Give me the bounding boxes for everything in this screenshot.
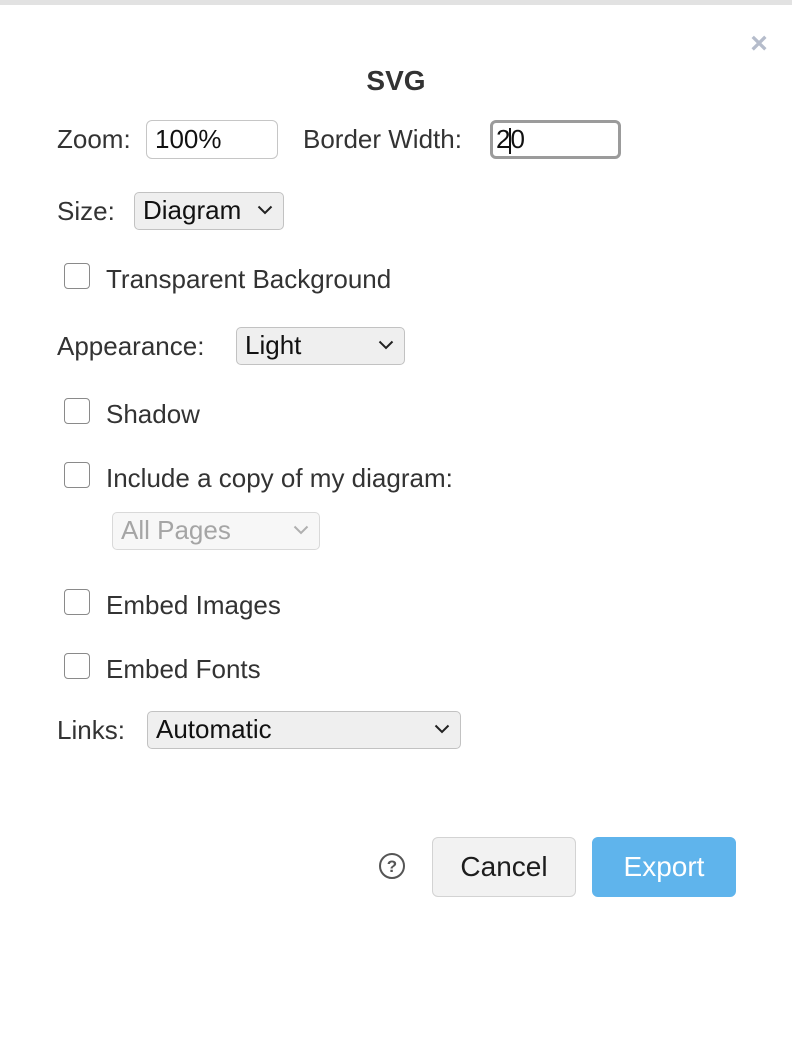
border-width-value-start: 2: [496, 124, 511, 154]
chevron-down-icon: [293, 525, 309, 535]
dialog-title: SVG: [366, 65, 426, 96]
chevron-down-icon: [378, 340, 394, 350]
links-label: Links:: [57, 715, 125, 745]
links-select-value: Automatic: [156, 714, 272, 744]
transparent-background-label[interactable]: Transparent Background: [106, 264, 391, 295]
appearance-select[interactable]: Light: [236, 327, 405, 365]
size-select[interactable]: Diagram: [134, 192, 284, 230]
pages-select-value: All Pages: [121, 515, 231, 545]
export-button[interactable]: Export: [592, 837, 736, 897]
help-icon-glyph: ?: [387, 857, 397, 876]
chevron-down-icon: [434, 724, 450, 734]
transparent-background-checkbox[interactable]: [64, 263, 90, 289]
embed-images-label[interactable]: Embed Images: [106, 590, 281, 621]
border-width-value-end: 0: [510, 124, 525, 154]
shadow-checkbox[interactable]: [64, 398, 90, 424]
chevron-down-icon: [257, 205, 273, 215]
shadow-label[interactable]: Shadow: [106, 399, 200, 430]
links-select[interactable]: Automatic: [147, 711, 461, 749]
pages-select: All Pages: [112, 512, 320, 550]
appearance-label: Appearance:: [57, 331, 205, 361]
embed-fonts-checkbox[interactable]: [64, 653, 90, 679]
embed-fonts-label[interactable]: Embed Fonts: [106, 654, 261, 685]
close-icon[interactable]: ×: [746, 29, 772, 59]
help-icon[interactable]: ?: [378, 852, 406, 880]
include-copy-label[interactable]: Include a copy of my diagram:: [106, 463, 453, 494]
include-copy-checkbox[interactable]: [64, 462, 90, 488]
cancel-button[interactable]: Cancel: [432, 837, 576, 897]
zoom-input[interactable]: 100%: [146, 120, 278, 159]
border-width-input[interactable]: 20: [490, 120, 621, 159]
size-select-value: Diagram: [143, 195, 242, 225]
zoom-label: Zoom:: [57, 124, 131, 154]
size-label: Size:: [57, 196, 115, 226]
embed-images-checkbox[interactable]: [64, 589, 90, 615]
appearance-select-value: Light: [245, 330, 302, 360]
export-svg-dialog: × SVG Zoom: 100% Border Width: 20 Size: …: [0, 0, 792, 1048]
border-width-label: Border Width:: [303, 124, 462, 154]
